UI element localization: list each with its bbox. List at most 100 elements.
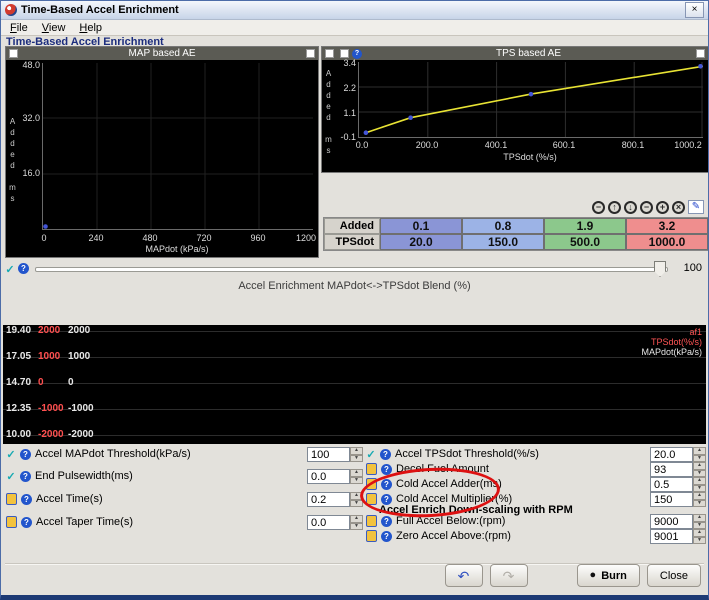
accel-taper-time-input[interactable]: 0.0 bbox=[307, 515, 363, 530]
help-icon[interactable]: ? bbox=[21, 494, 32, 505]
burn-button-label: Burn bbox=[601, 570, 627, 582]
spin-up-icon[interactable] bbox=[693, 462, 706, 470]
thumb-icon bbox=[366, 493, 377, 505]
help-icon[interactable]: ? bbox=[21, 517, 32, 528]
map-ae-chart[interactable]: MAP based AE Added ms 48.0 32.0 16.0 0 2… bbox=[5, 46, 319, 258]
spin-down-icon[interactable] bbox=[693, 500, 706, 508]
value-box[interactable]: 93 bbox=[650, 462, 693, 477]
field-label: Accel MAPdot Threshold(kPa/s) bbox=[35, 448, 191, 460]
legend-checkbox[interactable] bbox=[696, 49, 705, 58]
end-pulsewidth-input[interactable]: 0.0 bbox=[307, 469, 363, 484]
app-icon bbox=[5, 4, 17, 16]
spin-up-icon[interactable] bbox=[350, 515, 363, 523]
table-increase-button[interactable]: + bbox=[656, 201, 669, 214]
value-box[interactable]: 0.5 bbox=[650, 477, 693, 492]
burn-button[interactable]: ● Burn bbox=[577, 564, 640, 587]
spin-up-icon[interactable] bbox=[693, 529, 706, 537]
spin-down-icon[interactable] bbox=[693, 485, 706, 493]
help-icon[interactable]: ? bbox=[380, 449, 391, 460]
spin-up-icon[interactable] bbox=[350, 469, 363, 477]
spin-down-icon[interactable] bbox=[693, 522, 706, 530]
spin-up-icon[interactable] bbox=[693, 514, 706, 522]
spin-down-icon[interactable] bbox=[693, 470, 706, 478]
accel-tpsdot-threshold-input[interactable]: 20.0 bbox=[650, 447, 706, 462]
value-box[interactable]: 20.0 bbox=[650, 447, 693, 462]
zero-accel-above-input[interactable]: 9001 bbox=[650, 529, 706, 544]
spin-up-icon[interactable] bbox=[693, 447, 706, 455]
chart-title: MAP based AE bbox=[21, 48, 303, 59]
spin-down-icon[interactable] bbox=[350, 500, 363, 508]
spin-down-icon[interactable] bbox=[350, 455, 363, 463]
blend-slider-row: ✓ ? 100 bbox=[5, 261, 704, 277]
window-close-button[interactable]: × bbox=[685, 2, 704, 18]
map-plot-area[interactable] bbox=[42, 63, 313, 230]
spin-up-icon[interactable] bbox=[350, 447, 363, 455]
full-accel-below-input[interactable]: 9000 bbox=[650, 514, 706, 529]
field-label: Cold Accel Adder(ms) bbox=[396, 478, 502, 490]
menu-help[interactable]: Help bbox=[72, 21, 109, 35]
help-icon[interactable]: ? bbox=[20, 471, 31, 482]
curve-table-cell[interactable]: 500.0 bbox=[544, 234, 626, 250]
legend-checkbox[interactable] bbox=[306, 49, 315, 58]
curve-table-cell[interactable]: 3.2 bbox=[626, 218, 708, 234]
table-remove-row-button[interactable]: − bbox=[592, 201, 605, 214]
blend-slider-track[interactable] bbox=[35, 267, 668, 272]
spin-down-icon[interactable] bbox=[693, 537, 706, 545]
close-button[interactable]: Close bbox=[647, 564, 701, 587]
curve-table-cell[interactable]: 20.0 bbox=[380, 234, 462, 250]
curve-table-cell[interactable]: 0.8 bbox=[462, 218, 544, 234]
blend-slider-thumb[interactable] bbox=[654, 261, 666, 277]
curve-table-cell[interactable]: 1.9 bbox=[544, 218, 626, 234]
undo-icon: ↶ bbox=[458, 569, 470, 583]
spin-down-icon[interactable] bbox=[350, 523, 363, 531]
value-box[interactable]: 0.0 bbox=[307, 469, 350, 484]
spin-up-icon[interactable] bbox=[350, 492, 363, 500]
menu-file[interactable]: File bbox=[3, 21, 35, 35]
legend-checkbox[interactable] bbox=[9, 49, 18, 58]
table-row-down-button[interactable]: ↓ bbox=[624, 201, 637, 214]
spin-up-icon[interactable] bbox=[693, 492, 706, 500]
curve-table-cell[interactable]: 150.0 bbox=[462, 234, 544, 250]
tps-plot-area[interactable] bbox=[358, 62, 703, 138]
help-icon[interactable]: ? bbox=[18, 263, 29, 274]
realtime-graph: 19.4020002000 17.0510001000 14.7000 12.3… bbox=[3, 325, 706, 444]
spin-down-icon[interactable] bbox=[350, 477, 363, 485]
help-icon[interactable]: ? bbox=[381, 464, 392, 475]
value-box[interactable]: 9000 bbox=[650, 514, 693, 529]
spin-up-icon[interactable] bbox=[693, 477, 706, 485]
value-box[interactable]: 100 bbox=[307, 447, 350, 462]
table-row-up-button[interactable]: ↑ bbox=[608, 201, 621, 214]
value-box[interactable]: 9001 bbox=[650, 529, 693, 544]
x-tick: 800.1 bbox=[622, 140, 645, 150]
help-icon[interactable]: ? bbox=[381, 494, 392, 505]
help-icon[interactable]: ? bbox=[20, 449, 31, 460]
curve-table-cell[interactable]: 0.1 bbox=[380, 218, 462, 234]
help-icon[interactable]: ? bbox=[352, 49, 362, 59]
cold-accel-multiplier-input[interactable]: 150 bbox=[650, 492, 706, 507]
cold-accel-adder-input[interactable]: 0.5 bbox=[650, 477, 706, 492]
help-icon[interactable]: ? bbox=[381, 531, 392, 542]
table-edit-button[interactable]: ✎ bbox=[688, 200, 704, 214]
menu-view[interactable]: View bbox=[35, 21, 73, 35]
table-decrease-button[interactable]: − bbox=[640, 201, 653, 214]
value-box[interactable]: 150 bbox=[650, 492, 693, 507]
spin-down-icon[interactable] bbox=[693, 455, 706, 463]
legend-checkbox[interactable] bbox=[325, 49, 334, 58]
value-box[interactable]: 0.0 bbox=[307, 515, 350, 530]
redo-button[interactable]: ↷ bbox=[490, 564, 528, 587]
undo-button[interactable]: ↶ bbox=[445, 564, 483, 587]
legend-checkbox[interactable] bbox=[340, 49, 349, 58]
y-tick: 32.0 bbox=[14, 113, 40, 123]
accel-mapdot-threshold-input[interactable]: 100 bbox=[307, 447, 363, 462]
decel-fuel-amount-input[interactable]: 93 bbox=[650, 462, 706, 477]
curve-table-row-header: Added bbox=[324, 218, 380, 234]
help-icon[interactable]: ? bbox=[381, 516, 392, 527]
value-box[interactable]: 0.2 bbox=[307, 492, 350, 507]
help-icon[interactable]: ? bbox=[381, 479, 392, 490]
table-delete-button[interactable]: × bbox=[672, 201, 685, 214]
curve-table-cell[interactable]: 1000.0 bbox=[626, 234, 708, 250]
check-icon: ✓ bbox=[6, 448, 16, 461]
field-accel-mapdot-threshold: ✓ ? Accel MAPdot Threshold(kPa/s) bbox=[6, 447, 191, 461]
accel-time-input[interactable]: 0.2 bbox=[307, 492, 363, 507]
tps-ae-chart[interactable]: ? TPS based AE Added ms 3.4 2.2 1.1 -0.1… bbox=[321, 46, 709, 173]
